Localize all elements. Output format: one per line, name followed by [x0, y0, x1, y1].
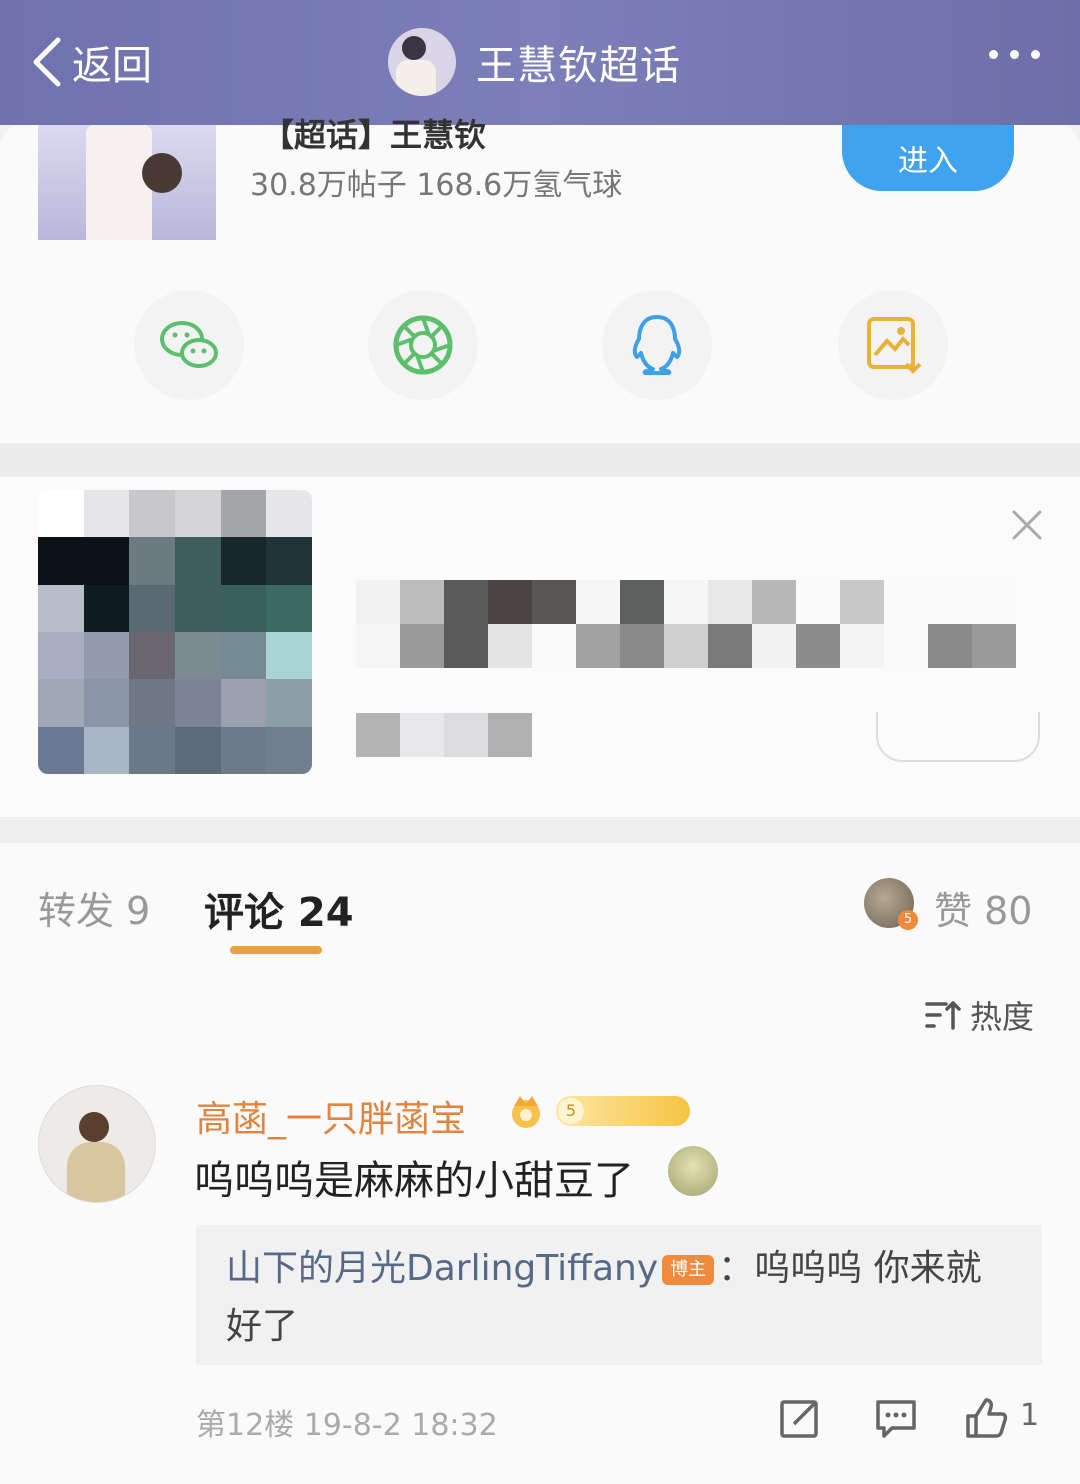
share-icon[interactable] — [778, 1396, 822, 1440]
qq-icon — [632, 315, 682, 375]
share-wechat-button[interactable] — [134, 290, 244, 400]
commenter-name[interactable]: 高菡_一只胖菡宝 — [196, 1090, 466, 1142]
blurred-title-line-1 — [356, 580, 1016, 624]
back-label: 返回 — [72, 43, 152, 89]
sort-label: 热度 — [970, 998, 1035, 1036]
comment-icon[interactable] — [874, 1396, 918, 1440]
tab-comment[interactable]: 评论 24 — [204, 880, 354, 938]
top-navigation-bar: 返回 王慧钦超话 — [0, 0, 1080, 125]
more-dots-icon[interactable] — [989, 50, 1040, 59]
share-qq-button[interactable] — [602, 290, 712, 400]
back-button[interactable]: 返回 — [30, 36, 152, 89]
comment-meta: 第12楼 19-8-2 18:32 — [196, 1408, 498, 1443]
blurred-title-line-2 — [356, 624, 1016, 668]
chevron-left-icon — [33, 37, 61, 87]
tab-repost[interactable]: 转发 9 — [38, 880, 150, 935]
save-image-button[interactable] — [838, 290, 948, 400]
close-icon[interactable] — [1010, 508, 1044, 542]
share-row — [0, 290, 1080, 400]
crying-emoji-icon — [668, 1146, 718, 1196]
share-moments-button[interactable] — [368, 290, 478, 400]
liker-badge: 5 — [898, 910, 918, 930]
blogger-badge: 博主 — [662, 1255, 715, 1285]
save-image-icon — [867, 317, 922, 374]
sort-icon — [925, 1001, 961, 1030]
topic-cover-image[interactable] — [38, 125, 216, 240]
topic-title: 【超话】王慧钦 — [262, 116, 487, 150]
commenter-avatar[interactable] — [38, 1085, 156, 1203]
reply-author[interactable]: 山下的月光DarlingTiffany — [226, 1248, 658, 1289]
blurred-subtitle — [356, 713, 532, 757]
topic-stats: 30.8万帖子 168.6万氢气球 — [250, 168, 623, 203]
sort-by-hot-button[interactable]: 热度 — [924, 992, 1034, 1038]
comment-like-count: 1 — [1020, 1398, 1040, 1433]
wechat-icon — [160, 321, 218, 368]
crown-icon — [512, 1096, 540, 1128]
blurred-avatar-image — [38, 490, 312, 774]
topic-avatar — [388, 28, 456, 96]
level-badge: 5 — [556, 1096, 690, 1126]
reply-content: 山下的月光DarlingTiffany 博主 ：呜呜呜 你来就好了 — [226, 1240, 1016, 1356]
tab-like[interactable]: 赞 80 — [934, 880, 1032, 935]
section-divider — [0, 443, 1080, 477]
section-divider — [0, 817, 1080, 843]
enter-button[interactable]: 进入 — [842, 125, 1014, 191]
nav-topic[interactable]: 王慧钦超话 — [388, 28, 681, 96]
level-number: 5 — [558, 1098, 584, 1124]
active-tab-indicator — [230, 946, 322, 954]
moments-icon — [393, 315, 453, 375]
comment-text: 呜呜呜是麻麻的小甜豆了 — [194, 1158, 634, 1204]
follow-button[interactable] — [876, 712, 1040, 762]
thumbs-up-icon[interactable] — [964, 1396, 1008, 1440]
page-title: 王慧钦超话 — [476, 43, 681, 89]
